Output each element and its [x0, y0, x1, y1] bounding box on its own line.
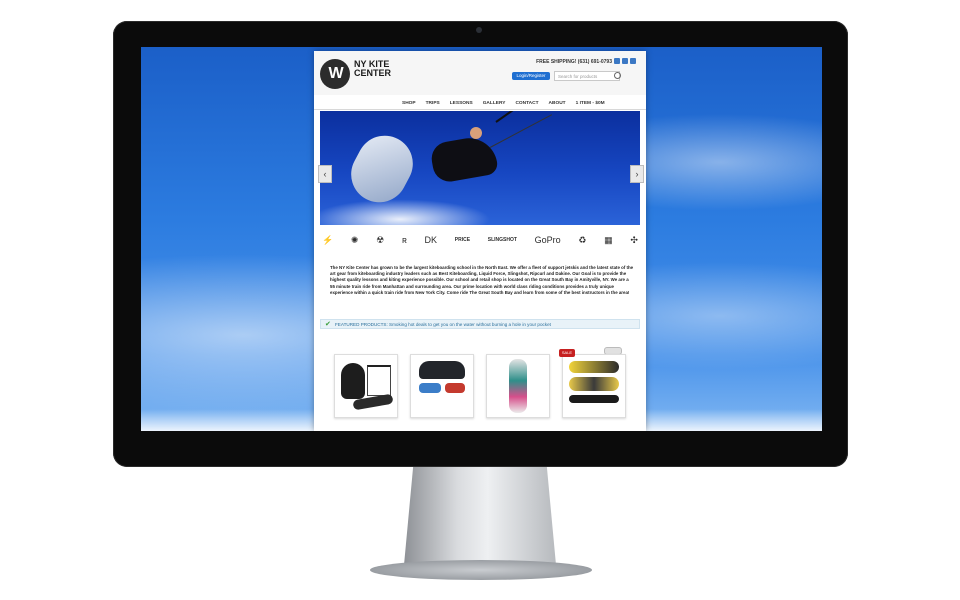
youtube-icon[interactable]: [630, 58, 636, 64]
login-register-button[interactable]: Login/Register: [512, 72, 550, 80]
logo-icon[interactable]: W: [320, 59, 350, 89]
website: W NY KITE CENTER FREE SHIPPING! (631) 69…: [314, 51, 646, 431]
brand-logo[interactable]: ✺: [351, 235, 359, 245]
slider-next-button[interactable]: ›: [630, 165, 644, 183]
site-header: W NY KITE CENTER FREE SHIPPING! (631) 69…: [314, 51, 646, 95]
nav-divider: [314, 109, 646, 110]
free-shipping-text: FREE SHIPPING! (631) 691-0793: [536, 59, 612, 65]
nav-trips[interactable]: TRIPS: [426, 101, 440, 106]
kite-image: [341, 363, 365, 399]
brand-logo[interactable]: ⚡: [322, 235, 333, 245]
board-image: [569, 361, 619, 373]
nav-contact[interactable]: CONTACT: [515, 101, 538, 106]
brand-logo[interactable]: ☢: [376, 235, 384, 245]
nav-cart[interactable]: 1 ITEM - $0M: [576, 101, 605, 106]
control-bar-image: [367, 365, 391, 396]
brand-logo[interactable]: GoPro: [535, 235, 561, 245]
product-card[interactable]: [410, 354, 474, 418]
nav-about[interactable]: ABOUT: [549, 101, 566, 106]
main-nav: SHOP TRIPS LESSONS GALLERY CONTACT ABOUT…: [402, 97, 646, 109]
check-icon: ✔: [325, 321, 331, 328]
brand-logo[interactable]: PRICE: [455, 236, 470, 245]
control-bar: [495, 111, 533, 123]
monitor-foot: [370, 560, 592, 580]
product-card[interactable]: [486, 354, 550, 418]
site-logo[interactable]: NY KITE CENTER: [354, 60, 414, 78]
search-input[interactable]: Search for products: [554, 71, 620, 81]
kiteboard-image: [341, 125, 423, 213]
rider-head: [470, 127, 482, 139]
twitter-icon[interactable]: [622, 58, 628, 64]
harness-image: [419, 361, 465, 379]
featured-products-bar: ✔ FEATURED PRODUCTS: Smoking hot deals t…: [320, 319, 640, 329]
product-card[interactable]: SALE: [559, 349, 626, 418]
harness-image: [445, 383, 465, 393]
featured-products-text: FEATURED PRODUCTS: Smoking hot deals to …: [335, 322, 551, 327]
brand-logo[interactable]: ♻: [578, 235, 586, 245]
brand-logos: ⚡ ✺ ☢ ʀ DK PRICE SLINGSHOT GoPro ♻ ▦ ✣: [320, 229, 640, 251]
rider-image: [429, 133, 499, 185]
harness-image: [419, 383, 441, 393]
sale-badge: SALE: [559, 349, 575, 357]
nav-lessons[interactable]: LESSONS: [450, 101, 473, 106]
facebook-icon[interactable]: [614, 58, 620, 64]
nav-shop[interactable]: SHOP: [402, 101, 416, 106]
board-image: [569, 395, 619, 403]
brand-logo[interactable]: ʀ: [402, 235, 407, 245]
board-image: [569, 377, 619, 391]
monitor-screen: W NY KITE CENTER FREE SHIPPING! (631) 69…: [141, 47, 822, 431]
hero-slider[interactable]: [320, 111, 640, 225]
nav-gallery[interactable]: GALLERY: [483, 101, 506, 106]
intro-paragraph: The NY Kite Center has grown to be the l…: [330, 265, 634, 295]
product-card[interactable]: [334, 354, 398, 418]
board-image: [509, 359, 527, 413]
search-icon[interactable]: [614, 72, 621, 79]
product-grid: SALE: [334, 349, 634, 418]
slider-prev-button[interactable]: ‹: [318, 165, 332, 183]
camera-icon: [476, 27, 482, 33]
brand-logo[interactable]: DK: [425, 235, 438, 245]
brand-logo[interactable]: ▦: [604, 235, 613, 245]
social-links: [614, 58, 640, 64]
brand-logo[interactable]: ✣: [630, 235, 638, 245]
brand-logo[interactable]: SLINGSHOT: [488, 236, 517, 245]
monitor-stand: [404, 467, 556, 565]
